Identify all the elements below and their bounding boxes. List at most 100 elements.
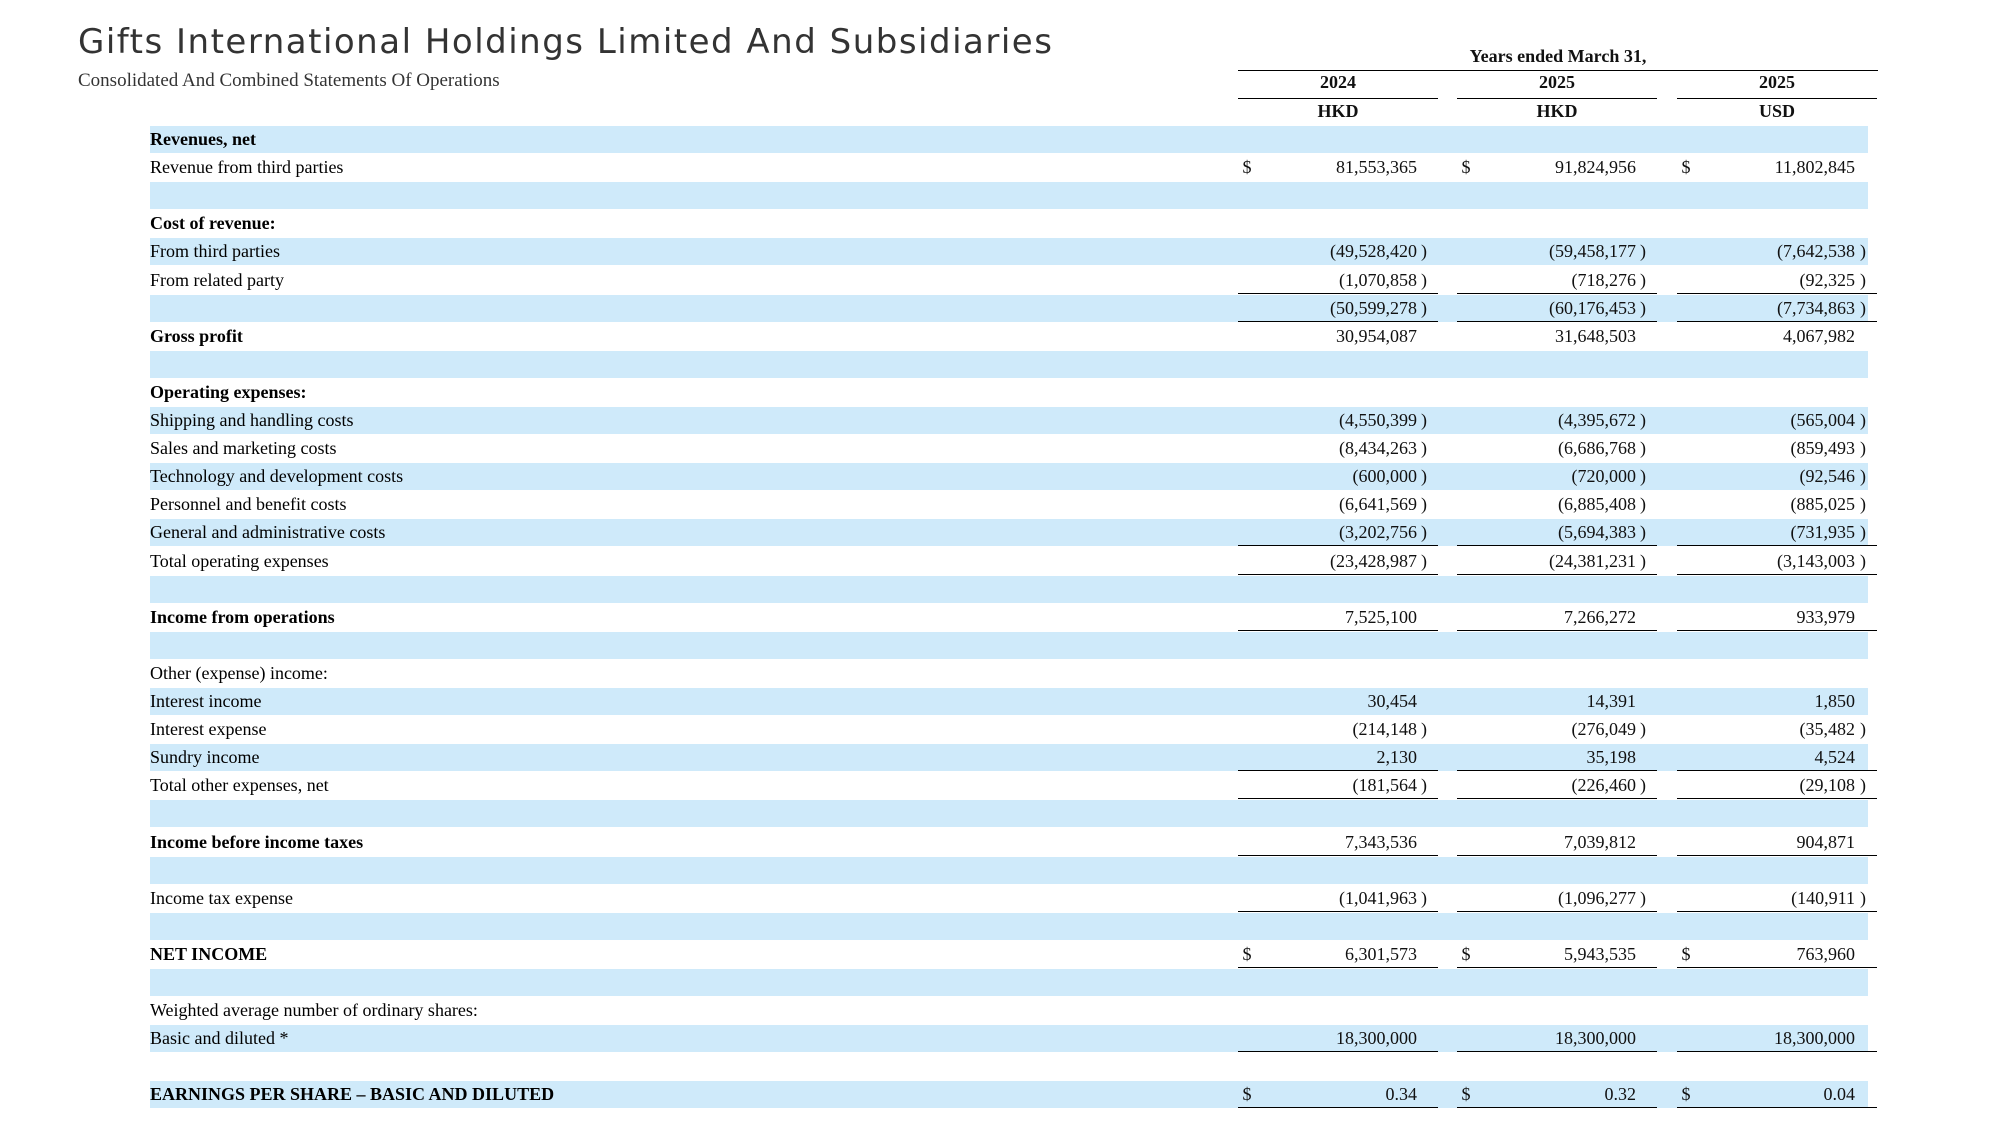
cell-value: (5,694,383 [1558,522,1636,543]
currency-symbol: $ [1461,1084,1471,1105]
row-label: Income before income taxes [150,831,364,852]
close-paren: ) [1421,297,1427,318]
cell-value: 14,391 [1586,691,1637,711]
cell-value: (565,004 [1790,410,1856,430]
cell-value: 7,525,100 [1345,606,1417,627]
cell-underline [1238,629,1438,631]
cell-value: (276,049 [1571,719,1637,740]
cell-underline [1677,770,1877,772]
row-label: Personnel and benefit costs [150,494,347,515]
row-label: Cost of revenue: [150,213,276,234]
cell-underline [1677,320,1877,322]
row-label: EARNINGS PER SHARE – BASIC AND DILUTED [150,1084,555,1105]
row-label: Technology and development costs [150,466,404,487]
currency-symbol: $ [1681,943,1691,964]
table-row: General and administrative costs (3,202,7… [150,519,1877,547]
cell-value: (3,143,003 [1777,550,1855,571]
table-row [150,1053,1868,1080]
cell-value: (1,096,277 [1558,887,1636,908]
cell-value: (4,395,672 [1558,410,1636,430]
cell-underline [1457,573,1657,575]
close-paren: ) [1421,522,1427,543]
row-label: Total other expenses, net [150,775,329,796]
cell-value: 1,850 [1814,691,1856,711]
cell-value: (24,381,231 [1549,550,1636,571]
cell-underline [1238,798,1438,800]
row-label: Shipping and handling costs [150,410,354,430]
table-row: Operating expenses: [150,379,1868,406]
row-label: General and administrative costs [150,522,386,543]
cell-value: 7,039,812 [1564,831,1636,852]
table-row: Total operating expenses (23,428,987) (24,… [150,548,1877,575]
cell-underline [1457,910,1657,912]
cell-value: (600,000 [1352,466,1418,487]
cell-value: (6,686,768 [1558,438,1636,459]
cell-underline [1457,1051,1657,1053]
currency-symbol: $ [1242,157,1252,178]
cell-underline [1457,292,1657,294]
cell-value: 904,871 [1796,831,1856,852]
currency-symbol: $ [1461,943,1471,964]
cell-underline [1238,910,1438,912]
table-row [150,969,1868,996]
cell-underline [1457,1107,1657,1109]
close-paren: ) [1421,269,1427,290]
cell-underline [1677,1051,1877,1053]
table-row: Revenue from third parties $81,553,365 $91… [150,154,1868,181]
table-row [150,350,1868,378]
close-paren: ) [1640,522,1646,543]
row-label: Operating expenses: [150,381,307,402]
cell-underline [1677,854,1877,856]
cell-underline [1238,854,1438,856]
table-row: Interest income 30,454 14,391 1,850 [150,688,1868,715]
cell-value: (720,000 [1571,466,1637,487]
close-paren: ) [1640,269,1646,290]
cell-value: (8,434,263 [1339,438,1417,459]
cell-value: (859,493 [1790,438,1856,459]
cell-value: (29,108 [1799,775,1856,796]
cell-value: 18,300,000 [1774,1028,1855,1049]
close-paren: ) [1640,550,1646,571]
cell-underline [1238,545,1438,547]
cell-underline [1238,1107,1438,1109]
cell-underline [1677,573,1877,575]
cell-underline [1677,966,1877,968]
close-paren: ) [1860,719,1866,740]
close-paren: ) [1860,550,1866,571]
close-paren: ) [1421,438,1427,459]
currency-symbol: $ [1461,157,1471,178]
table-row [150,856,1868,884]
table-row: From related party (1,070,858) (718,276) (9… [150,267,1877,294]
table-row: EARNINGS PER SHARE – BASIC AND DILUTED $0… [150,1081,1877,1109]
table-row: Technology and development costs (600,000… [150,463,1868,491]
cell-underline [1677,1107,1877,1109]
cell-value: (226,460 [1571,775,1637,796]
row-label: NET INCOME [150,943,268,964]
cell-underline [1238,292,1438,294]
cell-underline [1677,798,1877,800]
row-label: Sundry income [150,747,260,768]
currency-symbol: $ [1242,943,1252,964]
close-paren: ) [1860,887,1866,908]
close-paren: ) [1421,466,1427,487]
cell-value: (731,935 [1790,522,1856,543]
table-row [150,631,1868,659]
row-label: Interest expense [150,719,267,740]
table-row: Interest expense (214,148) (276,049) (35,48… [150,716,1868,743]
cell-value: (1,070,858 [1339,269,1417,290]
cell-value: 763,960 [1796,943,1856,964]
cell-value: (214,148 [1352,719,1418,740]
cell-underline [1677,292,1877,294]
cell-value: 35,198 [1586,747,1637,768]
cell-underline [1457,629,1657,631]
row-label: Income tax expense [150,887,293,908]
cell-value: (6,885,408 [1558,494,1636,515]
cell-value: 31,648,503 [1555,325,1636,346]
close-paren: ) [1421,410,1427,430]
close-paren: ) [1860,269,1866,290]
table-row: Weighted average number of ordinary shar… [150,997,1868,1024]
close-paren: ) [1860,775,1866,796]
cell-value: 933,979 [1796,606,1856,627]
close-paren: ) [1860,241,1866,262]
close-paren: ) [1860,494,1866,515]
